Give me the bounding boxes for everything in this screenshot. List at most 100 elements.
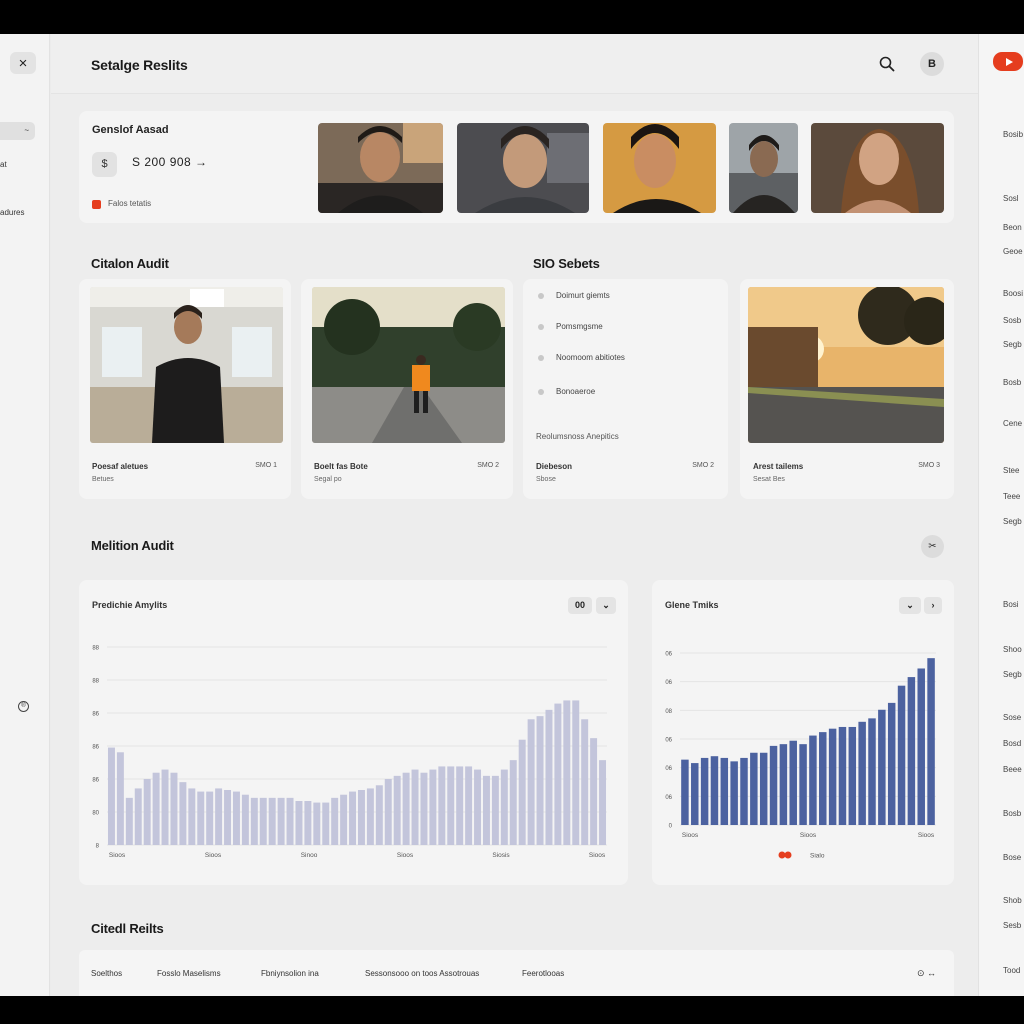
right-strip-item[interactable]: Beee xyxy=(1003,765,1022,774)
chart-bar[interactable] xyxy=(143,779,151,845)
profile-photo[interactable] xyxy=(318,123,443,213)
chart-bar[interactable] xyxy=(268,797,276,845)
play-icon[interactable] xyxy=(993,52,1023,71)
chart-bar[interactable] xyxy=(917,668,925,825)
sidebar-item[interactable]: adures xyxy=(0,208,24,217)
chart-bar[interactable] xyxy=(277,797,285,845)
chart-bar[interactable] xyxy=(590,738,598,845)
chart-bar[interactable] xyxy=(429,769,437,845)
user-avatar-button[interactable]: B xyxy=(920,52,944,76)
chart-bar[interactable] xyxy=(518,739,526,845)
chart-bar[interactable] xyxy=(313,802,321,845)
chart-bar[interactable] xyxy=(500,769,508,845)
right-strip-item[interactable]: Segb xyxy=(1003,517,1022,526)
chart-bar[interactable] xyxy=(197,791,205,845)
chart-bar[interactable] xyxy=(750,752,758,825)
chart-bar[interactable] xyxy=(482,775,490,845)
right-strip-item[interactable]: Stee xyxy=(1003,466,1019,475)
chart-bar[interactable] xyxy=(710,756,719,825)
chart-bar[interactable] xyxy=(134,788,142,845)
chart-bar[interactable] xyxy=(599,760,607,845)
chart-bar[interactable] xyxy=(554,703,562,845)
right-strip-item[interactable]: Beon xyxy=(1003,223,1022,232)
chart-bar[interactable] xyxy=(107,747,115,845)
right-strip-item[interactable]: Bosib xyxy=(1003,130,1023,139)
chart-bar[interactable] xyxy=(819,732,827,825)
chart-bar[interactable] xyxy=(179,782,187,845)
chart-bar[interactable] xyxy=(250,797,258,845)
right-strip-item[interactable]: Bosd xyxy=(1003,739,1021,748)
profile-photo[interactable] xyxy=(603,123,716,213)
chart-bar[interactable] xyxy=(927,658,935,825)
chart-bar[interactable] xyxy=(331,797,339,845)
chart-bar[interactable] xyxy=(206,791,214,845)
search-icon[interactable] xyxy=(879,56,895,72)
right-strip-item[interactable]: Teee xyxy=(1003,492,1020,501)
chart-bar[interactable] xyxy=(384,779,392,845)
chart-bar[interactable] xyxy=(848,726,857,825)
chart-bar[interactable] xyxy=(286,797,294,845)
right-strip-item[interactable]: Segb xyxy=(1003,340,1022,349)
chart-bar[interactable] xyxy=(411,769,419,845)
chart-bar[interactable] xyxy=(340,794,348,845)
chart-bar[interactable] xyxy=(161,769,169,845)
chart-bar[interactable] xyxy=(759,752,768,825)
chart-bar[interactable] xyxy=(357,790,365,845)
chart-bar[interactable] xyxy=(232,791,240,845)
chart-bar[interactable] xyxy=(799,744,807,825)
chart-bar[interactable] xyxy=(491,775,499,845)
chart-bar[interactable] xyxy=(509,760,517,845)
chart-bar[interactable] xyxy=(170,772,178,845)
chart-bar[interactable] xyxy=(887,702,896,825)
chart-bar[interactable] xyxy=(188,788,196,845)
chart-bar[interactable] xyxy=(375,785,383,845)
right-strip-item[interactable]: Geoe xyxy=(1003,247,1023,256)
chart-bar[interactable] xyxy=(304,801,312,845)
right-strip-item[interactable]: Sosl xyxy=(1003,194,1019,203)
chart-bar[interactable] xyxy=(769,745,778,825)
chart-bar[interactable] xyxy=(420,772,428,845)
list-item[interactable]: Noomoom abitiotes xyxy=(556,353,625,362)
right-strip-item[interactable]: Sosb xyxy=(1003,316,1021,325)
chart-bar[interactable] xyxy=(456,766,464,845)
chart-bar[interactable] xyxy=(259,797,267,845)
chart-bar[interactable] xyxy=(700,757,709,825)
table-options-icon[interactable]: ⊙ ↔ xyxy=(917,968,936,979)
chart-bar[interactable] xyxy=(740,757,748,825)
right-strip-item[interactable]: Tood xyxy=(1003,966,1020,975)
chart-bar[interactable] xyxy=(241,794,249,845)
chart-bar[interactable] xyxy=(125,797,133,845)
chart-bar[interactable] xyxy=(116,752,124,845)
chart-bar[interactable] xyxy=(474,769,482,845)
right-strip-item[interactable]: Boosi xyxy=(1003,289,1023,298)
chart-bar[interactable] xyxy=(322,802,330,845)
scissors-icon[interactable]: ✂ xyxy=(921,535,944,558)
list-item[interactable]: Pomsmgsme xyxy=(556,322,603,331)
sidebar-pill[interactable]: ~ xyxy=(0,122,35,140)
chart-bar[interactable] xyxy=(691,763,699,825)
right-strip-item[interactable]: Bosb xyxy=(1003,809,1021,818)
chart-bar[interactable] xyxy=(224,790,232,845)
chart-bar[interactable] xyxy=(536,716,544,845)
chart-bar[interactable] xyxy=(838,726,847,825)
chart-bar[interactable] xyxy=(828,728,837,825)
right-strip-item[interactable]: Bose xyxy=(1003,853,1021,862)
chart-bar[interactable] xyxy=(720,757,729,825)
chart-bar[interactable] xyxy=(878,709,886,825)
registered-icon[interactable]: ® xyxy=(18,701,29,712)
chart-bar[interactable] xyxy=(563,700,571,845)
right-strip-item[interactable]: Bosb xyxy=(1003,378,1021,387)
list-item[interactable]: Doimurt giemts xyxy=(556,291,610,300)
chart-bar[interactable] xyxy=(295,801,303,845)
chart-bar[interactable] xyxy=(789,740,797,825)
close-button[interactable]: × xyxy=(10,52,36,74)
right-strip-item[interactable]: Sesb xyxy=(1003,921,1021,930)
chart-bar[interactable] xyxy=(527,719,535,845)
chart-bar[interactable] xyxy=(402,772,410,845)
chart-bar[interactable] xyxy=(152,772,160,845)
right-strip-item[interactable]: Shob xyxy=(1003,896,1022,905)
chart-bar[interactable] xyxy=(681,759,689,825)
profile-photo[interactable] xyxy=(729,123,798,213)
chart-bar[interactable] xyxy=(366,788,374,845)
chart-bar[interactable] xyxy=(572,700,580,845)
